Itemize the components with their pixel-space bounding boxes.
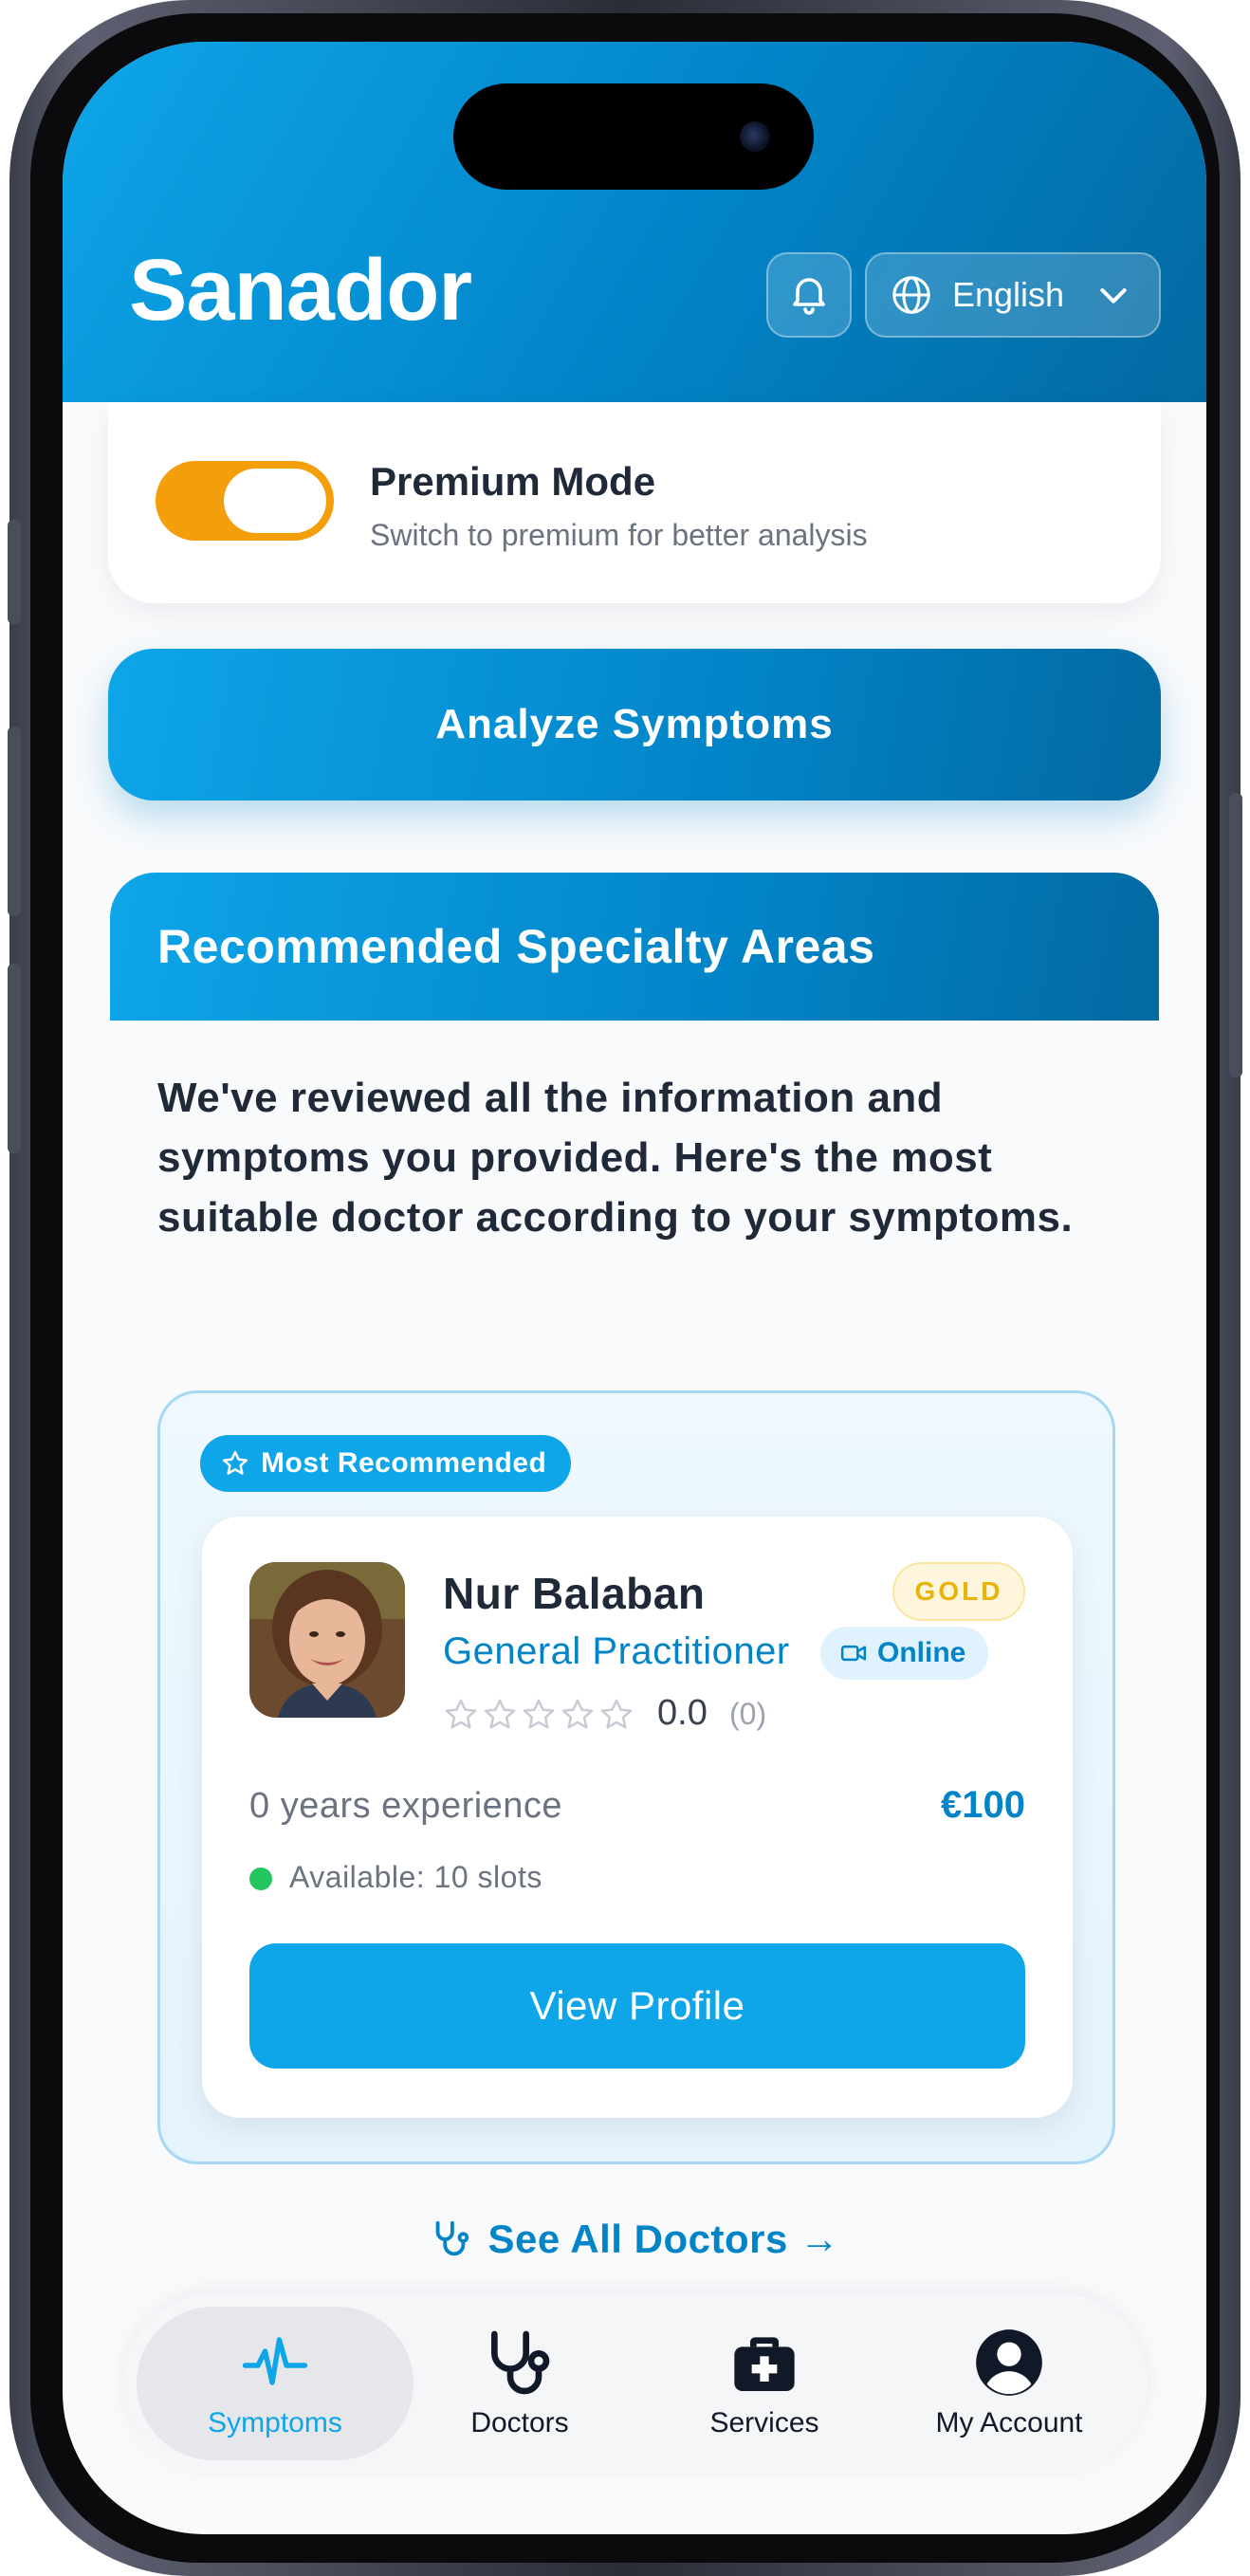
tab-label: Services <box>709 2407 819 2438</box>
see-all-doctors-link[interactable]: See All Doctors → <box>110 2206 1159 2272</box>
doctor-card: Nur Balaban GOLD General Practitioner On… <box>202 1517 1073 2118</box>
rating-count: (0) <box>729 1697 767 1731</box>
consultation-price: €100 <box>941 1784 1025 1826</box>
app-screen: Sanador English Premium Mode Switch to p… <box>63 42 1206 2534</box>
globe-icon <box>890 273 933 317</box>
tab-label: My Account <box>935 2407 1083 2438</box>
power-button <box>1229 793 1242 1077</box>
specialty-description: We've reviewed all the information and s… <box>157 1075 1074 1241</box>
availability-dot <box>249 1868 272 1890</box>
online-label: Online <box>877 1637 966 1668</box>
premium-toggle[interactable] <box>156 461 334 541</box>
see-all-label: See All Doctors → <box>487 2217 840 2261</box>
star-empty-icon <box>484 1699 516 1729</box>
toggle-knob <box>224 469 326 533</box>
premium-title: Premium Mode <box>370 459 656 504</box>
phone-frame: Sanador English Premium Mode Switch to p… <box>8 0 1242 2576</box>
language-selector[interactable]: English <box>865 252 1161 338</box>
action-button <box>8 520 21 624</box>
dynamic-island <box>453 83 814 190</box>
premium-mode-card: Premium Mode Switch to premium for bette… <box>108 402 1161 603</box>
tab-doctors[interactable]: Doctors <box>381 2307 658 2460</box>
star-outline-icon <box>221 1449 249 1478</box>
star-empty-icon <box>561 1699 594 1729</box>
doctor-specialty: General Practitioner <box>443 1630 790 1672</box>
availability-text: Available: 10 slots <box>289 1860 542 1894</box>
tab-label: Doctors <box>470 2407 569 2438</box>
premium-subtitle: Switch to premium for better analysis <box>370 518 868 552</box>
user-circle-icon <box>973 2328 1045 2398</box>
star-empty-icon <box>600 1699 633 1729</box>
app-header: Sanador English <box>63 42 1206 402</box>
doctor-name[interactable]: Nur Balaban <box>443 1568 705 1619</box>
tab-services[interactable]: Services <box>626 2307 903 2460</box>
recommended-doctor-box: Most Recommended Nur Balaban GOLD Genera… <box>157 1390 1115 2164</box>
stethoscope-icon <box>429 2217 472 2261</box>
star-empty-icon <box>445 1699 477 1729</box>
bottom-tab-bar: Symptoms Doctors Services My Account <box>123 2293 1148 2474</box>
video-icon <box>839 1639 868 1667</box>
heartbeat-icon <box>241 2328 309 2398</box>
tab-label: Symptoms <box>208 2407 342 2438</box>
tab-my-account[interactable]: My Account <box>871 2307 1148 2460</box>
rating-value: 0.0 <box>657 1693 708 1733</box>
language-label: English <box>952 275 1065 314</box>
volume-down-button <box>8 964 21 1153</box>
doctor-avatar[interactable] <box>249 1562 405 1718</box>
online-badge: Online <box>820 1627 989 1680</box>
stethoscope-icon <box>482 2328 558 2398</box>
tab-symptoms[interactable]: Symptoms <box>137 2307 414 2460</box>
experience-text: 0 years experience <box>249 1786 563 1826</box>
volume-up-button <box>8 727 21 916</box>
star-empty-icon <box>523 1699 555 1729</box>
view-profile-button[interactable]: View Profile <box>249 1943 1025 2069</box>
specialty-card: Recommended Specialty Areas We've review… <box>110 873 1159 2352</box>
medical-kit-icon <box>726 2328 802 2398</box>
bell-icon <box>786 270 832 321</box>
badge-label: Most Recommended <box>261 1447 547 1479</box>
specialty-title: Recommended Specialty Areas <box>110 873 1159 1021</box>
most-recommended-badge: Most Recommended <box>200 1435 572 1492</box>
tier-badge: GOLD <box>892 1562 1025 1621</box>
notifications-button[interactable] <box>766 252 852 338</box>
rating-stars <box>443 1697 634 1733</box>
chevron-down-icon <box>1094 276 1132 314</box>
analyze-symptoms-button[interactable]: Analyze Symptoms <box>108 649 1161 800</box>
app-title: Sanador <box>129 242 472 339</box>
front-camera <box>740 121 770 152</box>
